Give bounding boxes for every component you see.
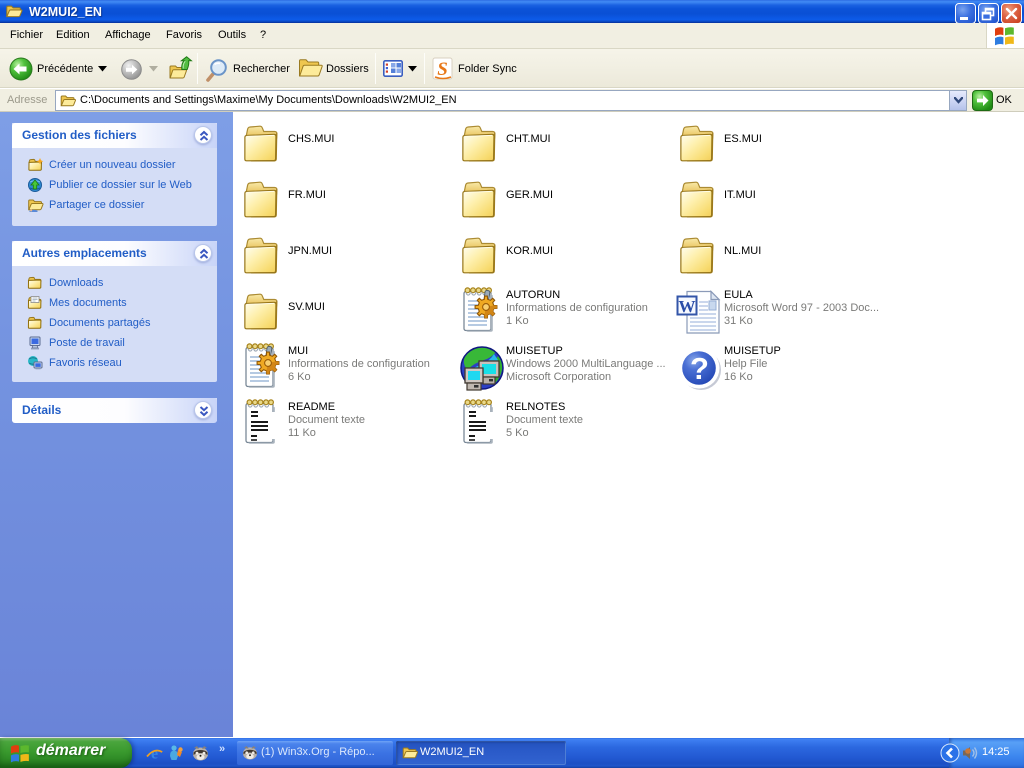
svg-text:S: S	[437, 59, 448, 80]
svg-text:e: e	[151, 746, 158, 763]
